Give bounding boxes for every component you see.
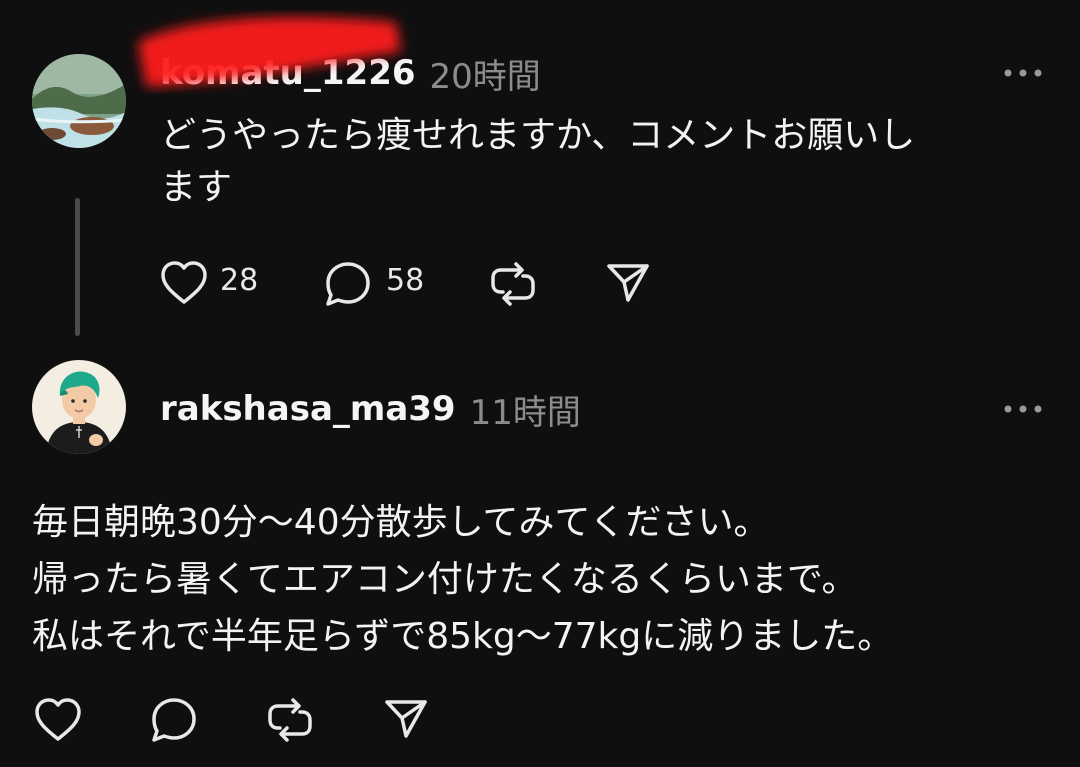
avatar[interactable] [32, 360, 126, 454]
heart-icon[interactable] [160, 260, 208, 306]
reply-count: 58 [386, 263, 425, 298]
post-text: どうやったら痩せれますか、コメントお願いし ます [160, 110, 1040, 214]
more-icon[interactable] [1003, 66, 1043, 80]
username[interactable]: rakshasa_ma39 [160, 389, 456, 429]
post-text: 毎日朝晩30分〜40分散歩してみてください。 帰ったら暑くてエアコン付けたくなる… [32, 494, 1052, 665]
post-time: 11時間 [469, 392, 581, 433]
repost-icon[interactable] [489, 260, 537, 308]
avatar[interactable] [32, 54, 126, 148]
share-icon[interactable] [606, 262, 650, 304]
like-count: 28 [220, 263, 259, 298]
comment-icon[interactable] [324, 260, 372, 308]
username[interactable]: komatu_1226 [160, 53, 416, 93]
avatar-character-image [32, 360, 126, 454]
avatar-landscape-image [32, 54, 126, 148]
comment-icon[interactable] [150, 696, 198, 744]
post-text-line: 帰ったら暑くてエアコン付けたくなるくらいまで。 [32, 559, 858, 600]
heart-icon[interactable] [34, 697, 82, 743]
post-text-line: ます [160, 167, 233, 208]
post-text-line: どうやったら痩せれますか、コメントお願いし [160, 115, 916, 156]
post-header: komatu_1226 20時間 [160, 48, 541, 98]
thread-line [75, 198, 80, 336]
post-text-line: 私はそれで半年足らずで85kg〜77kgに減りました。 [32, 616, 894, 657]
post-text-line: 毎日朝晩30分〜40分散歩してみてください。 [32, 502, 770, 543]
post-time: 20時間 [429, 56, 541, 97]
post-header: rakshasa_ma39 11時間 [160, 384, 581, 434]
share-icon[interactable] [384, 698, 428, 740]
more-icon[interactable] [1003, 402, 1043, 416]
repost-icon[interactable] [266, 696, 314, 744]
